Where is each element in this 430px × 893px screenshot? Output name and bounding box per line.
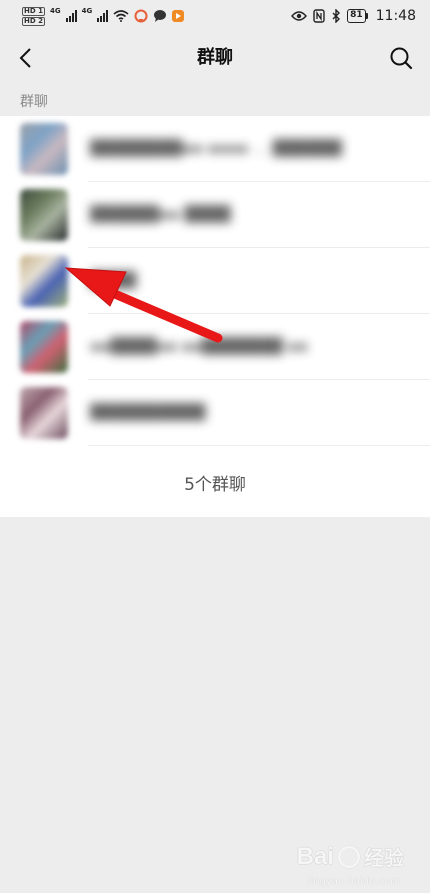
- watermark-logo: Bai: [296, 842, 334, 870]
- list-item[interactable]: ████: [0, 248, 430, 314]
- group-name: ██████████: [90, 403, 206, 421]
- group-count: 5个群聊: [184, 475, 246, 495]
- status-bar-right: 81 11:48: [291, 0, 416, 32]
- list-item[interactable]: ▪▪████▪▪ ▪▪███████ ▪▪: [0, 314, 430, 380]
- watermark-url: jingyan.baidu.com: [307, 876, 400, 887]
- nfc-icon: [313, 9, 325, 23]
- avatar: [20, 321, 68, 373]
- avatar: [20, 123, 68, 175]
- network2-label: 4G: [81, 7, 93, 15]
- avatar: [20, 255, 68, 307]
- avatar: [20, 387, 68, 439]
- wifi-icon: [113, 10, 129, 22]
- page-title: 群聊: [197, 47, 233, 68]
- list-item[interactable]: ██████████: [0, 380, 430, 446]
- status-bar: HD 1 HD 2 4G 4G 81 11:48: [0, 0, 430, 32]
- watermark-text: 经验: [364, 846, 404, 870]
- sim2-label: HD 2: [22, 16, 45, 26]
- list-item[interactable]: ██████▪▪ ████: [0, 182, 430, 248]
- eye-icon: [291, 11, 308, 21]
- section-label: 群聊: [20, 94, 48, 110]
- chat-icon: [154, 10, 167, 22]
- screen: HD 1 HD 2 4G 4G 81 11:48 群聊 群聊 ████████▪…: [0, 0, 430, 893]
- signal-icon: [65, 10, 77, 22]
- play-icon: [172, 10, 185, 22]
- status-bar-left: HD 1 HD 2 4G 4G: [22, 0, 185, 32]
- baidu-watermark: Bai 经验: [297, 842, 404, 871]
- nav-bar: 群聊: [0, 32, 430, 84]
- battery-icon: 81: [347, 9, 368, 23]
- paw-icon: [338, 845, 360, 868]
- bluetooth-icon: [332, 9, 341, 23]
- clock: 11:48: [375, 8, 416, 24]
- list-item[interactable]: ████████▪▪ ▪▪▪▪ … ██████: [0, 116, 430, 182]
- group-name: ████: [90, 271, 137, 289]
- sim1-label: HD 1: [22, 6, 45, 16]
- group-name: ██████▪▪ ████: [90, 205, 231, 223]
- group-name: ▪▪████▪▪ ▪▪███████ ▪▪: [90, 337, 308, 355]
- signal-icon: [97, 10, 109, 22]
- battery-level: 81: [347, 9, 366, 23]
- search-icon: [390, 47, 413, 70]
- group-name: ████████▪▪ ▪▪▪▪ … ██████: [90, 139, 342, 157]
- bubble-icon: [134, 9, 148, 23]
- network1-label: 4G: [49, 7, 61, 15]
- search-button[interactable]: [386, 43, 416, 73]
- avatar: [20, 189, 68, 241]
- group-list: ████████▪▪ ▪▪▪▪ … ██████ ██████▪▪ ████ █…: [0, 116, 430, 517]
- sim-indicators: HD 1 HD 2: [22, 6, 45, 26]
